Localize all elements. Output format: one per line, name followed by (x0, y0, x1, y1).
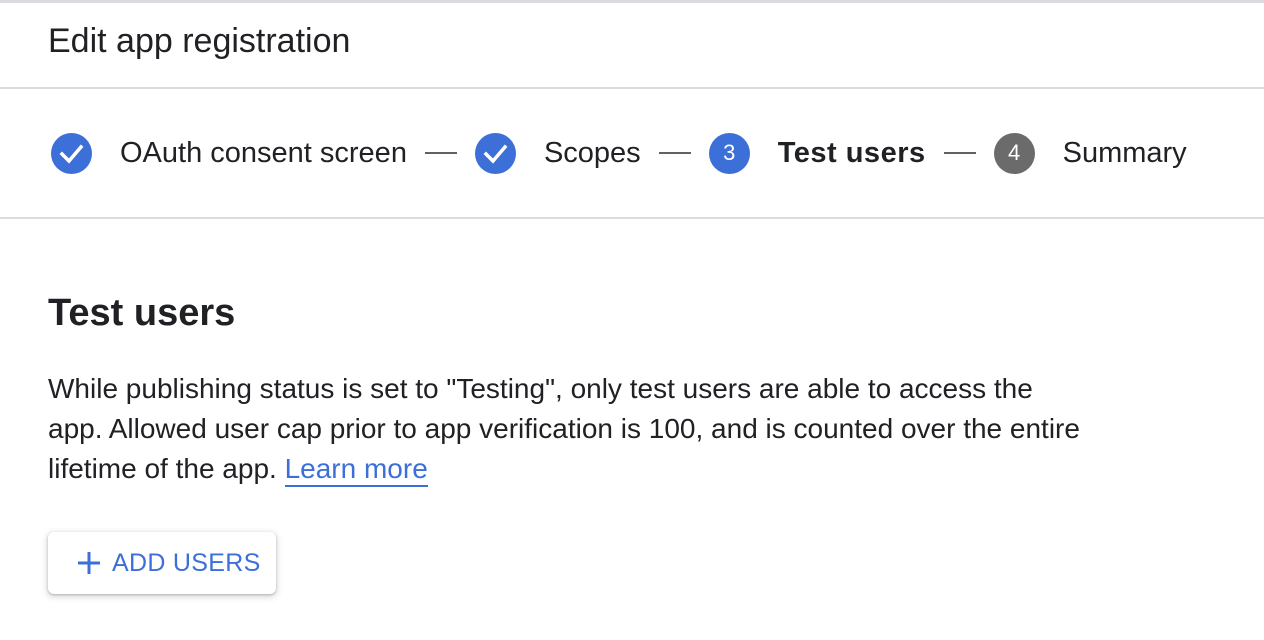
step-summary[interactable]: 4 Summary (993, 132, 1187, 174)
check-icon (59, 144, 84, 164)
step-separator (658, 152, 691, 154)
step-label: Summary (1062, 136, 1187, 169)
step-label: OAuth consent screen (120, 136, 407, 169)
step-number-badge: 3 (708, 132, 750, 174)
learn-more-link[interactable]: Learn more (284, 453, 428, 487)
step-complete-badge (51, 132, 92, 174)
add-users-button[interactable]: ADD USERS (48, 532, 276, 594)
section-description: While publishing status is set to "Testi… (48, 369, 1088, 489)
stepper: OAuth consent screen Scopes 3 Test users… (0, 89, 1264, 219)
step-scopes[interactable]: Scopes (474, 132, 641, 174)
app-registration-page: Edit app registration OAuth consent scre… (0, 0, 1264, 640)
plus-icon (78, 552, 100, 574)
page-header: Edit app registration (0, 3, 1264, 89)
step-oauth-consent-screen[interactable]: OAuth consent screen (51, 132, 407, 174)
step-separator (943, 152, 976, 154)
step-label: Test users (777, 136, 926, 169)
section-title: Test users (48, 292, 236, 334)
step-separator (424, 152, 457, 154)
check-icon (483, 144, 508, 164)
add-users-label: ADD USERS (112, 548, 261, 577)
main-content: Test users While publishing status is se… (0, 291, 1264, 594)
step-number-badge: 4 (993, 132, 1035, 174)
step-test-users[interactable]: 3 Test users (708, 132, 926, 174)
description-text: While publishing status is set to "Testi… (48, 373, 1080, 484)
step-complete-badge (474, 132, 516, 174)
step-label: Scopes (543, 136, 641, 169)
page-title: Edit app registration (48, 21, 351, 60)
